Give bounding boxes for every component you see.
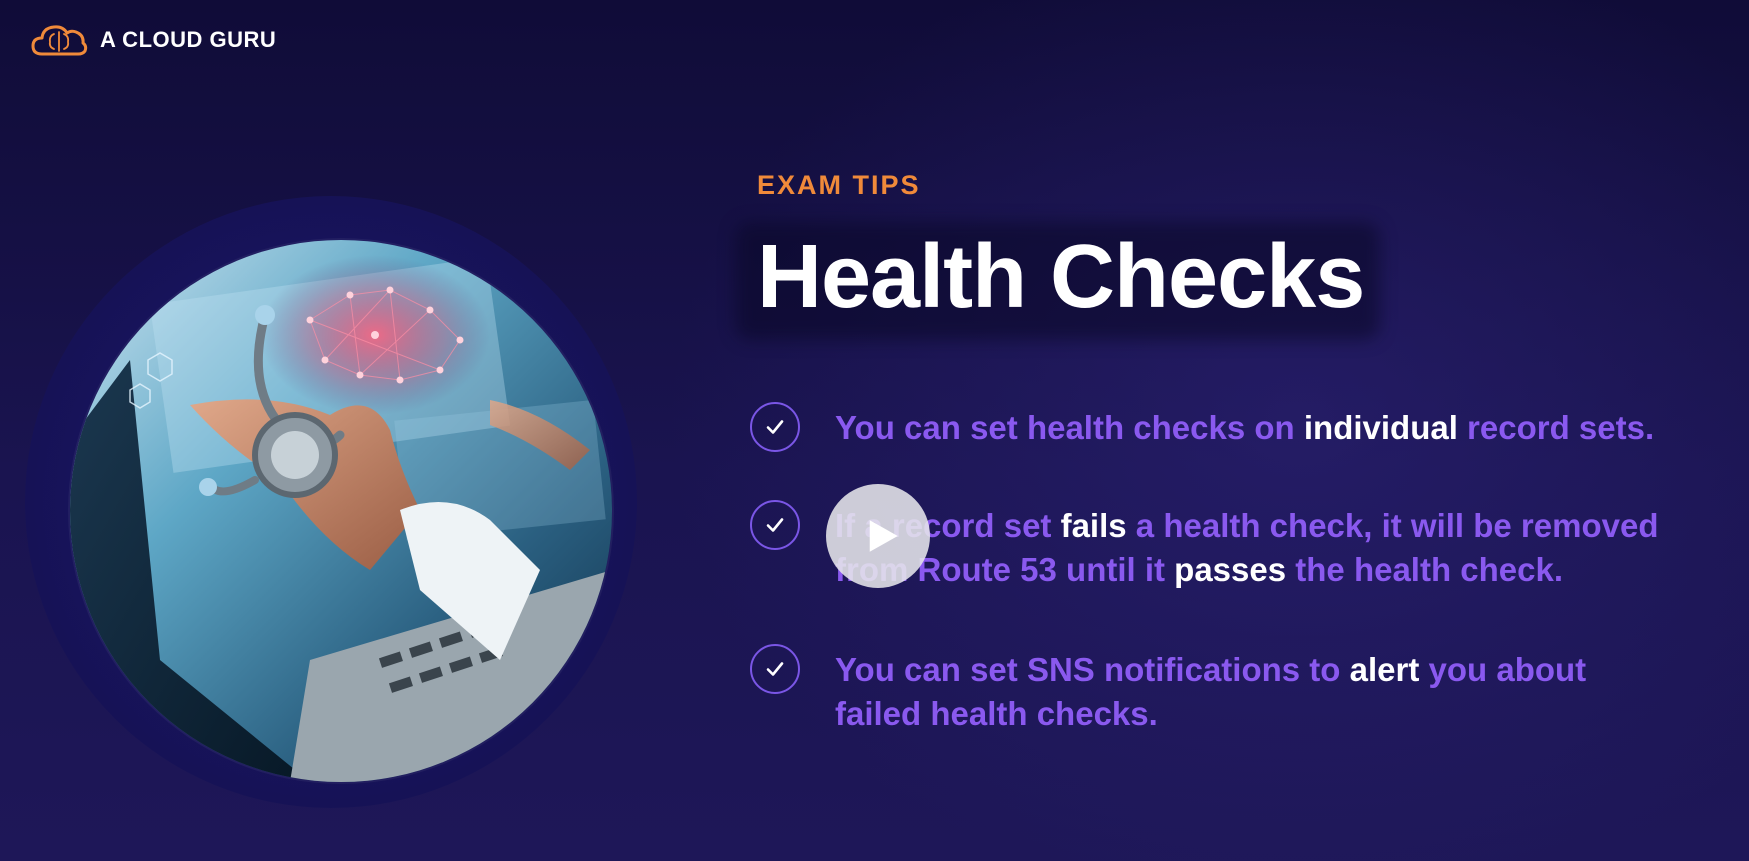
tip-text-part: failed health checks. [835, 695, 1158, 732]
play-icon [869, 520, 898, 552]
tip-item: You can set health checks on individual … [750, 402, 1654, 452]
tip-text-part: you about [1419, 651, 1587, 688]
tip-text-part: record sets. [1457, 409, 1655, 446]
tip-text-part: a health check, it will be removed [1126, 507, 1659, 544]
tip-highlight: fails [1060, 507, 1127, 544]
tip-text: If a record set fails a health check, it… [835, 504, 1659, 592]
section-eyebrow: EXAM TIPS [757, 170, 921, 200]
tip-item: You can set SNS notifications to alert y… [750, 644, 1586, 736]
check-circle-icon [750, 402, 800, 452]
video-slide: A CLOUD GURU EXAM TIPS Health Checks You… [0, 0, 1749, 861]
tip-line: If a record set fails a health check, it… [835, 504, 1659, 548]
check-circle-icon [750, 644, 800, 694]
cloud-brain-icon [31, 25, 88, 56]
tip-text-part: the health check. [1286, 551, 1564, 588]
tip-highlight: alert [1349, 651, 1420, 688]
tip-line: failed health checks. [835, 692, 1586, 736]
tip-text-part: You can set health checks on [835, 409, 1304, 446]
tip-line: from Route 53 until it passes the health… [835, 548, 1659, 592]
tip-text: You can set health checks on individual … [835, 406, 1654, 450]
tip-text: You can set SNS notifications to alert y… [835, 648, 1586, 736]
slide-title: Health Checks [757, 227, 1365, 327]
tip-line: You can set SNS notifications to alert y… [835, 648, 1586, 692]
brand-name: A CLOUD GURU [100, 27, 277, 52]
doctor-stethoscope-laptop-image [70, 240, 612, 782]
tip-text-part: You can set SNS notifications to [835, 651, 1350, 688]
tip-highlight: individual [1303, 409, 1458, 446]
play-button[interactable] [826, 484, 930, 588]
tip-highlight: passes [1174, 551, 1287, 588]
check-circle-icon [750, 500, 800, 550]
brand-logo: A CLOUD GURU [30, 22, 276, 58]
